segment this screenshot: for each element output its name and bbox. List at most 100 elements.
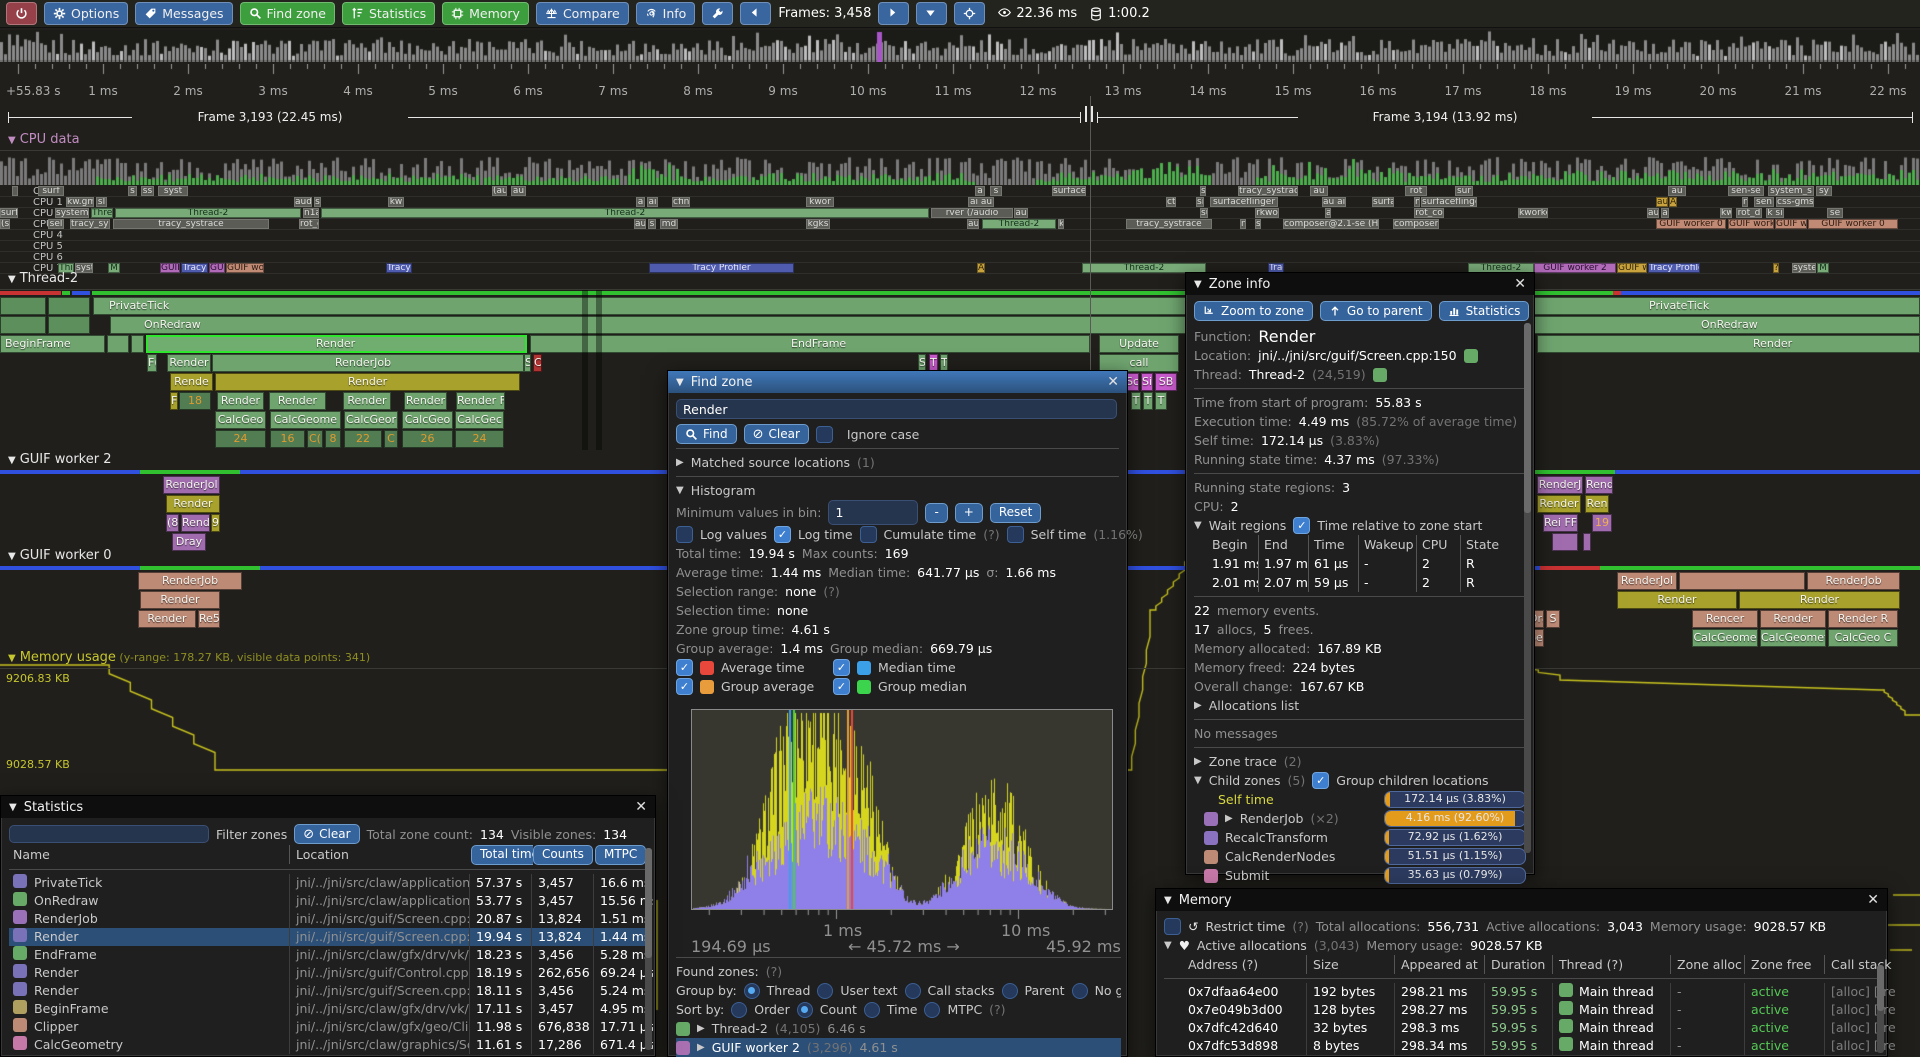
collapse-triangle-icon[interactable]: ▼ bbox=[8, 653, 16, 664]
zone-sen[interactable]: sen bbox=[1754, 197, 1774, 207]
power-button[interactable] bbox=[6, 2, 37, 25]
zone-Rencer[interactable]: Rencer bbox=[1692, 610, 1758, 628]
group-by-radio[interactable] bbox=[817, 983, 833, 999]
zone-surfa[interactable]: surfa bbox=[0, 208, 18, 218]
find-zone-button[interactable]: Find zone bbox=[240, 2, 335, 25]
group-by-radio[interactable] bbox=[1002, 983, 1018, 999]
zone-26[interactable]: 26 bbox=[402, 430, 453, 448]
memory-panel-titlebar[interactable]: ▼Memory✕ bbox=[1156, 889, 1887, 911]
find-zone-histogram[interactable] bbox=[691, 709, 1113, 910]
zoom-to-zone-button[interactable]: Zoom to zone bbox=[1194, 301, 1313, 321]
min-bin-input[interactable]: 1 bbox=[828, 500, 918, 525]
found-zone-thread-row[interactable]: ▶GUIF worker 2(3,296)4.61 s bbox=[676, 1038, 1121, 1057]
reset-button[interactable]: Reset bbox=[990, 503, 1042, 523]
zone-C[interactable]: C bbox=[384, 430, 398, 448]
zone-16[interactable]: 16 bbox=[270, 430, 305, 448]
zone-GUIF work[interactable]: GUIF work bbox=[1728, 219, 1774, 229]
zone-Ren[interactable]: Ren bbox=[1585, 495, 1609, 513]
relative-time-checkbox[interactable]: ✓ bbox=[1293, 517, 1310, 534]
zone-Rende[interactable]: Rende bbox=[170, 373, 213, 391]
frame-overview-strip[interactable] bbox=[0, 30, 1920, 62]
go-to-parent-button[interactable]: Go to parent bbox=[1320, 301, 1432, 321]
zone-A[interactable]: A bbox=[1669, 197, 1677, 207]
zone-GUI[interactable]: GUI bbox=[209, 263, 225, 273]
close-icon[interactable]: ✕ bbox=[1514, 277, 1526, 291]
zone-(8[interactable]: (8 bbox=[166, 514, 179, 532]
histogram-header-row[interactable]: ▼Histogram bbox=[676, 481, 1119, 500]
zone-Tracy Profiler[interactable]: Tracy Profiler bbox=[1648, 263, 1700, 273]
zone-sel[interactable]: sel bbox=[48, 219, 64, 229]
zone-tracy_systrace[interactable]: tracy_systrace bbox=[113, 219, 269, 229]
zone-9[interactable]: 9 bbox=[211, 514, 220, 532]
zone-CalcGeome[interactable]: CalcGeome bbox=[1692, 629, 1758, 647]
zone-Rend[interactable]: Rend bbox=[1585, 476, 1613, 494]
zone-Render[interactable]: Render bbox=[1739, 591, 1900, 609]
child-zone-time-bar[interactable]: 4.16 ms (92.60%) bbox=[1384, 810, 1526, 827]
zone-A[interactable]: A bbox=[977, 263, 985, 273]
zone-Render[interactable]: Render bbox=[1617, 591, 1737, 609]
legend-checkbox[interactable]: ✓ bbox=[833, 659, 850, 676]
zone-su[interactable]: su bbox=[1200, 208, 1208, 218]
log-time-checkbox[interactable]: ✓ bbox=[774, 526, 791, 543]
info-button[interactable]: Info bbox=[636, 2, 696, 25]
counts-sort-button[interactable]: Counts bbox=[533, 845, 593, 865]
zone-sy[interactable]: sy bbox=[1816, 186, 1832, 196]
zone-M[interactable]: M bbox=[108, 263, 120, 273]
statistics-button[interactable]: Statistics bbox=[1439, 301, 1530, 321]
restrict-time-checkbox[interactable] bbox=[1164, 918, 1181, 935]
zone-au[interactable]: au bbox=[1014, 208, 1028, 218]
zone-Tracy[interactable]: Tracy bbox=[181, 263, 208, 273]
zone-24[interactable]: 24 bbox=[455, 430, 504, 448]
zone-aud[interactable]: aud bbox=[294, 197, 312, 207]
messages-button[interactable]: Messages bbox=[135, 2, 232, 25]
statistics-row[interactable]: CalcGeometryjni/../jni/src/claw/graphics… bbox=[9, 1036, 647, 1054]
clear-button[interactable]: ⊘Clear bbox=[744, 424, 809, 444]
zone-unnamed[interactable] bbox=[48, 316, 90, 334]
zone-a[interactable]: a bbox=[975, 186, 985, 196]
zone-EndFrame[interactable]: EndFrame bbox=[530, 335, 1090, 353]
zone-CalcGeomet[interactable]: CalcGeomet bbox=[1760, 629, 1826, 647]
collapse-triangle-icon[interactable]: ▼ bbox=[8, 135, 16, 146]
zone-s[interactable]: s bbox=[990, 186, 1002, 196]
group-by-radio[interactable] bbox=[1072, 983, 1088, 999]
zone-system_se[interactable]: system_se bbox=[55, 208, 89, 218]
cumulate-time-checkbox[interactable] bbox=[860, 526, 877, 543]
zone-GUIF w[interactable]: GUIF w bbox=[1617, 263, 1647, 273]
zone-CalcGeor[interactable]: CalcGeor bbox=[344, 411, 398, 429]
next-frame-button[interactable] bbox=[878, 2, 909, 25]
zone-OnRedraw[interactable]: OnRedrawOnRedraw bbox=[110, 316, 1920, 334]
zone-sur[interactable]: sur bbox=[1455, 186, 1473, 196]
clear-filter-button[interactable]: ⊘Clear bbox=[294, 824, 359, 844]
sort-by-radio[interactable] bbox=[924, 1002, 940, 1018]
memory-scrollbar[interactable] bbox=[1877, 965, 1884, 1053]
zone-a[interactable]: a bbox=[636, 197, 645, 207]
find-zone-panel-titlebar[interactable]: ▼Find zone✕ bbox=[668, 371, 1127, 393]
zone-F[interactable]: F bbox=[170, 392, 178, 410]
time-ruler[interactable] bbox=[0, 64, 1920, 78]
allocation-row[interactable]: 0x7dfaa64e00192 bytes298.21 ms59.95 sMai… bbox=[1164, 983, 1879, 1001]
zone-a[interactable]: a bbox=[1325, 208, 1331, 218]
zone-19[interactable]: 19 bbox=[1592, 514, 1612, 532]
collapse-triangle-icon[interactable]: ▼ bbox=[676, 377, 684, 388]
zone-Render[interactable]: Render bbox=[166, 495, 220, 513]
search-input[interactable]: Render bbox=[676, 399, 1117, 419]
zone-Tracy Profiler[interactable]: Tracy Profiler bbox=[649, 263, 794, 273]
legend-checkbox[interactable]: ✓ bbox=[676, 678, 693, 695]
zone-GUIF w[interactable]: GUIF w bbox=[1775, 219, 1807, 229]
zone-Render[interactable]: Render bbox=[1537, 495, 1581, 513]
zone-22[interactable]: 22 bbox=[344, 430, 382, 448]
zone-composer@[interactable]: composer@ bbox=[1393, 219, 1439, 229]
zone-n[interactable]: n bbox=[1742, 197, 1748, 207]
zone-RenderJol[interactable]: RenderJol bbox=[163, 476, 220, 494]
prev-frame-button[interactable] bbox=[740, 2, 771, 25]
min-bin-minus-button[interactable]: - bbox=[925, 503, 947, 523]
zone-CalcGeome[interactable]: CalcGeome bbox=[270, 411, 341, 429]
zone-BeginFrame[interactable]: BeginFrame bbox=[0, 335, 105, 353]
child-zone-time-bar[interactable]: 51.51 µs (1.15%) bbox=[1384, 848, 1526, 865]
allocation-row[interactable]: 0x7dfc53d8988 bytes298.34 ms59.95 sMain … bbox=[1164, 1037, 1879, 1055]
statistics-row[interactable]: BeginFramejni/../jni/src/claw/gfx/drv/vk… bbox=[9, 1000, 647, 1018]
zone-Render[interactable]: Render bbox=[138, 610, 196, 628]
close-icon[interactable]: ✕ bbox=[635, 800, 647, 814]
zone-?[interactable]: ? bbox=[1773, 263, 1779, 273]
zone-au[interactable]: au bbox=[634, 219, 646, 229]
